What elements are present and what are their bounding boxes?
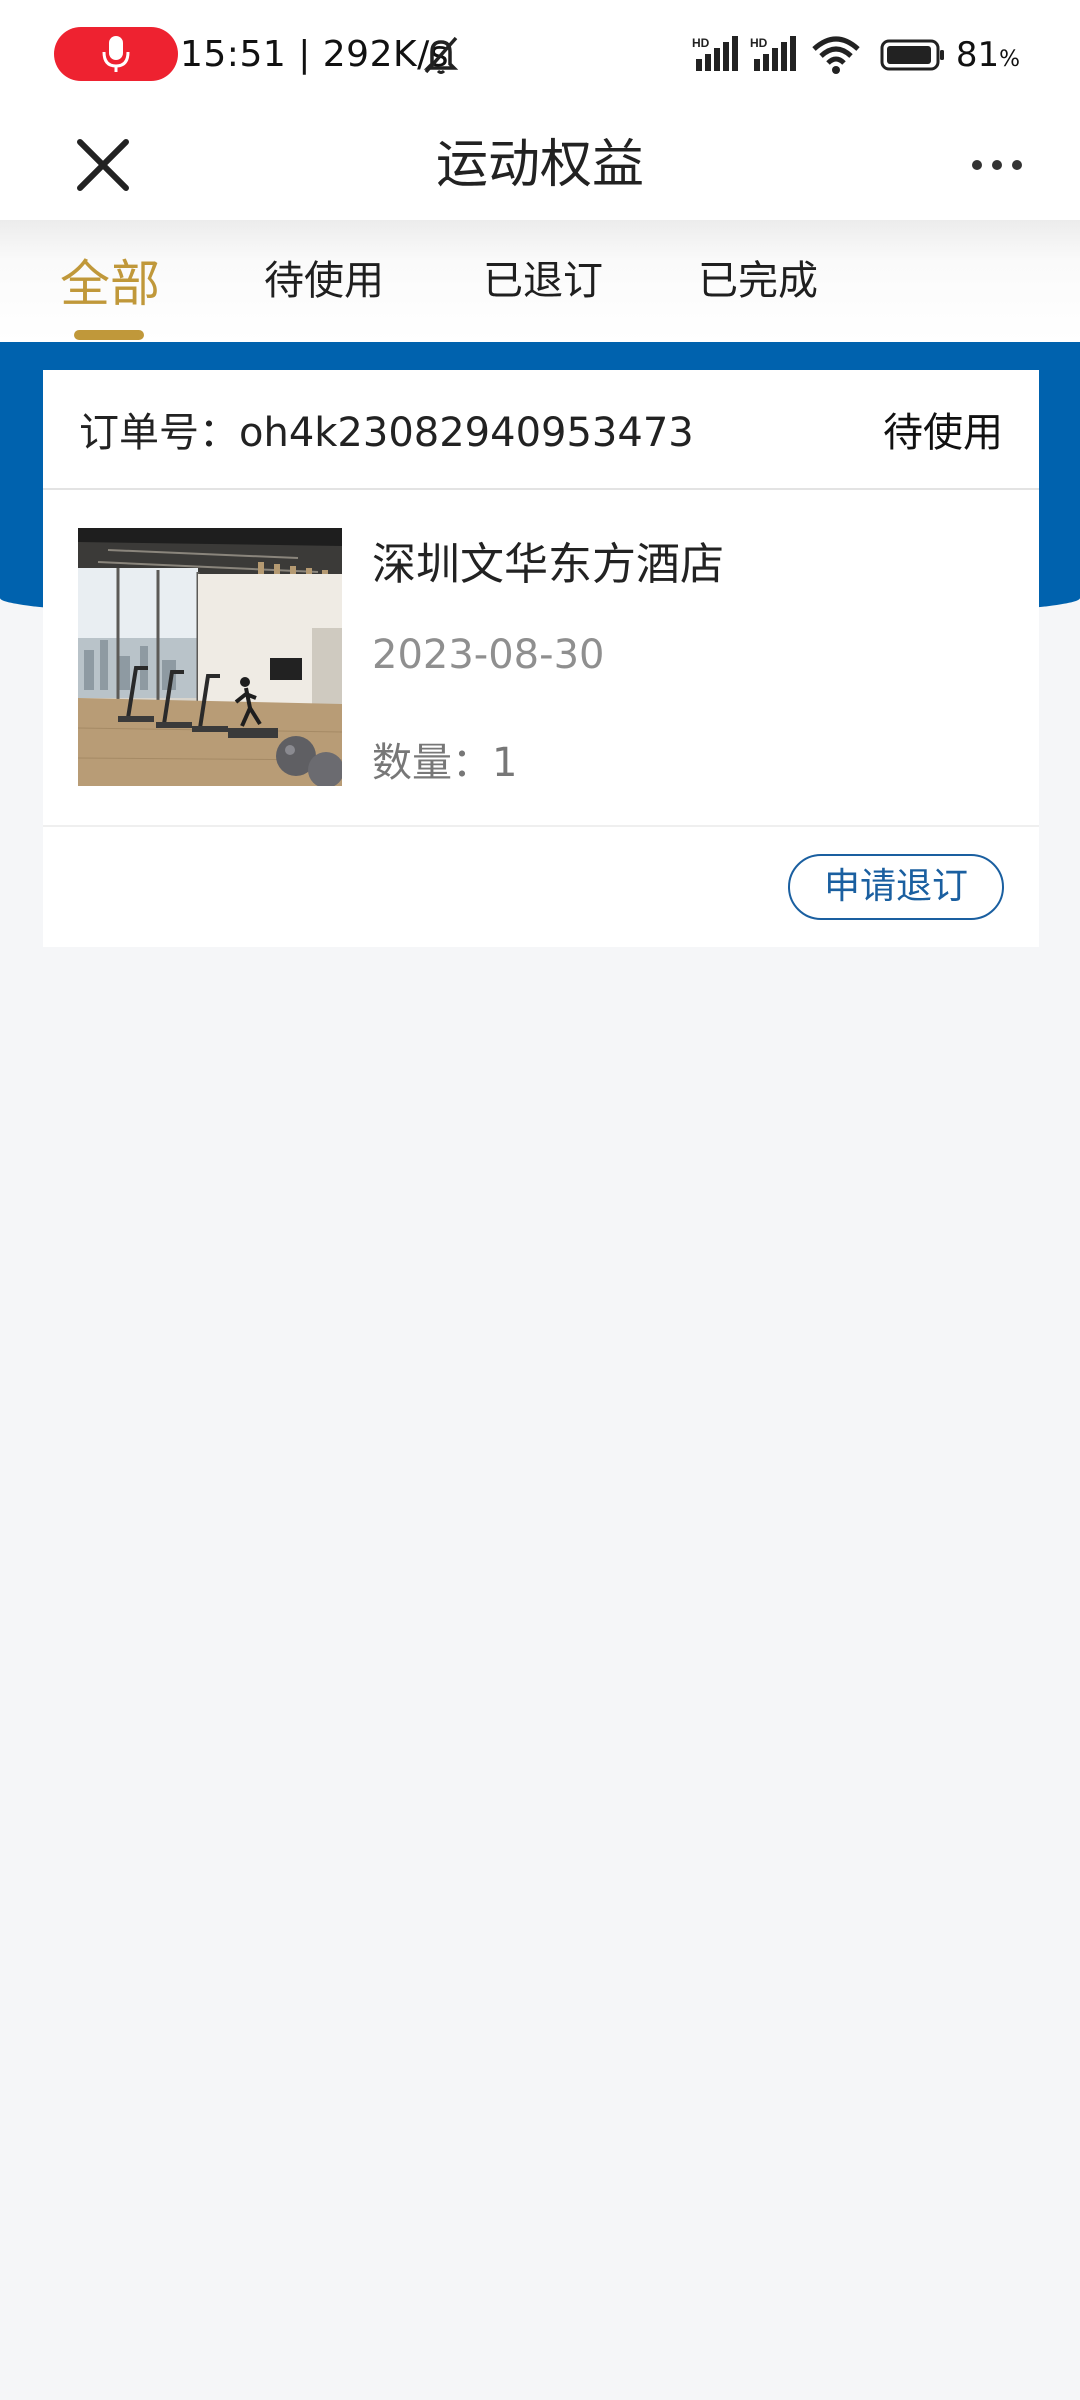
active-tab-indicator	[74, 330, 144, 340]
recording-indicator[interactable]	[54, 27, 178, 81]
divider	[43, 825, 1039, 827]
more-icon[interactable]	[954, 140, 1040, 190]
tab-all[interactable]: 全部	[60, 244, 160, 316]
app-header: 运动权益	[0, 110, 1080, 220]
tab-completed[interactable]: 已完成	[698, 248, 818, 306]
signal-hd-icon: HD	[750, 36, 796, 71]
order-status: 待使用	[883, 410, 1003, 456]
page-title: 运动权益	[435, 135, 644, 195]
signal-hd-icon: HD	[692, 36, 738, 71]
svg-text:HD: HD	[692, 36, 710, 50]
tab-pending[interactable]: 待使用	[264, 248, 384, 306]
svg-text:HD: HD	[750, 36, 768, 50]
bell-muted-icon	[423, 36, 459, 74]
mic-icon	[102, 36, 130, 72]
order-date: 2023-08-30	[372, 632, 605, 678]
status-bar: 15:51 | 292K/s HD HD 81%	[0, 0, 1080, 110]
apply-refund-button[interactable]: 申请退订	[788, 854, 1004, 920]
battery-level: 81%	[955, 35, 1020, 75]
tab-refunded[interactable]: 已退订	[483, 248, 603, 306]
tab-bar: 全部 待使用 已退订 已完成	[0, 220, 1080, 342]
order-header: 订单号：oh4k23082940953473 待使用	[43, 370, 1039, 490]
status-icons: HD HD 81%	[692, 30, 1020, 80]
order-quantity: 数量：1	[372, 740, 518, 786]
wifi-icon	[812, 36, 860, 74]
status-time-speed: 15:51 | 292K/s	[180, 34, 449, 75]
order-number: 订单号：oh4k23082940953473	[79, 410, 694, 456]
battery-icon	[880, 39, 944, 71]
venue-name: 深圳文华东方酒店	[372, 539, 724, 590]
order-card[interactable]: 订单号：oh4k23082940953473 待使用 深圳文华东方酒店 2023…	[43, 370, 1039, 947]
gym-photo	[78, 528, 342, 786]
